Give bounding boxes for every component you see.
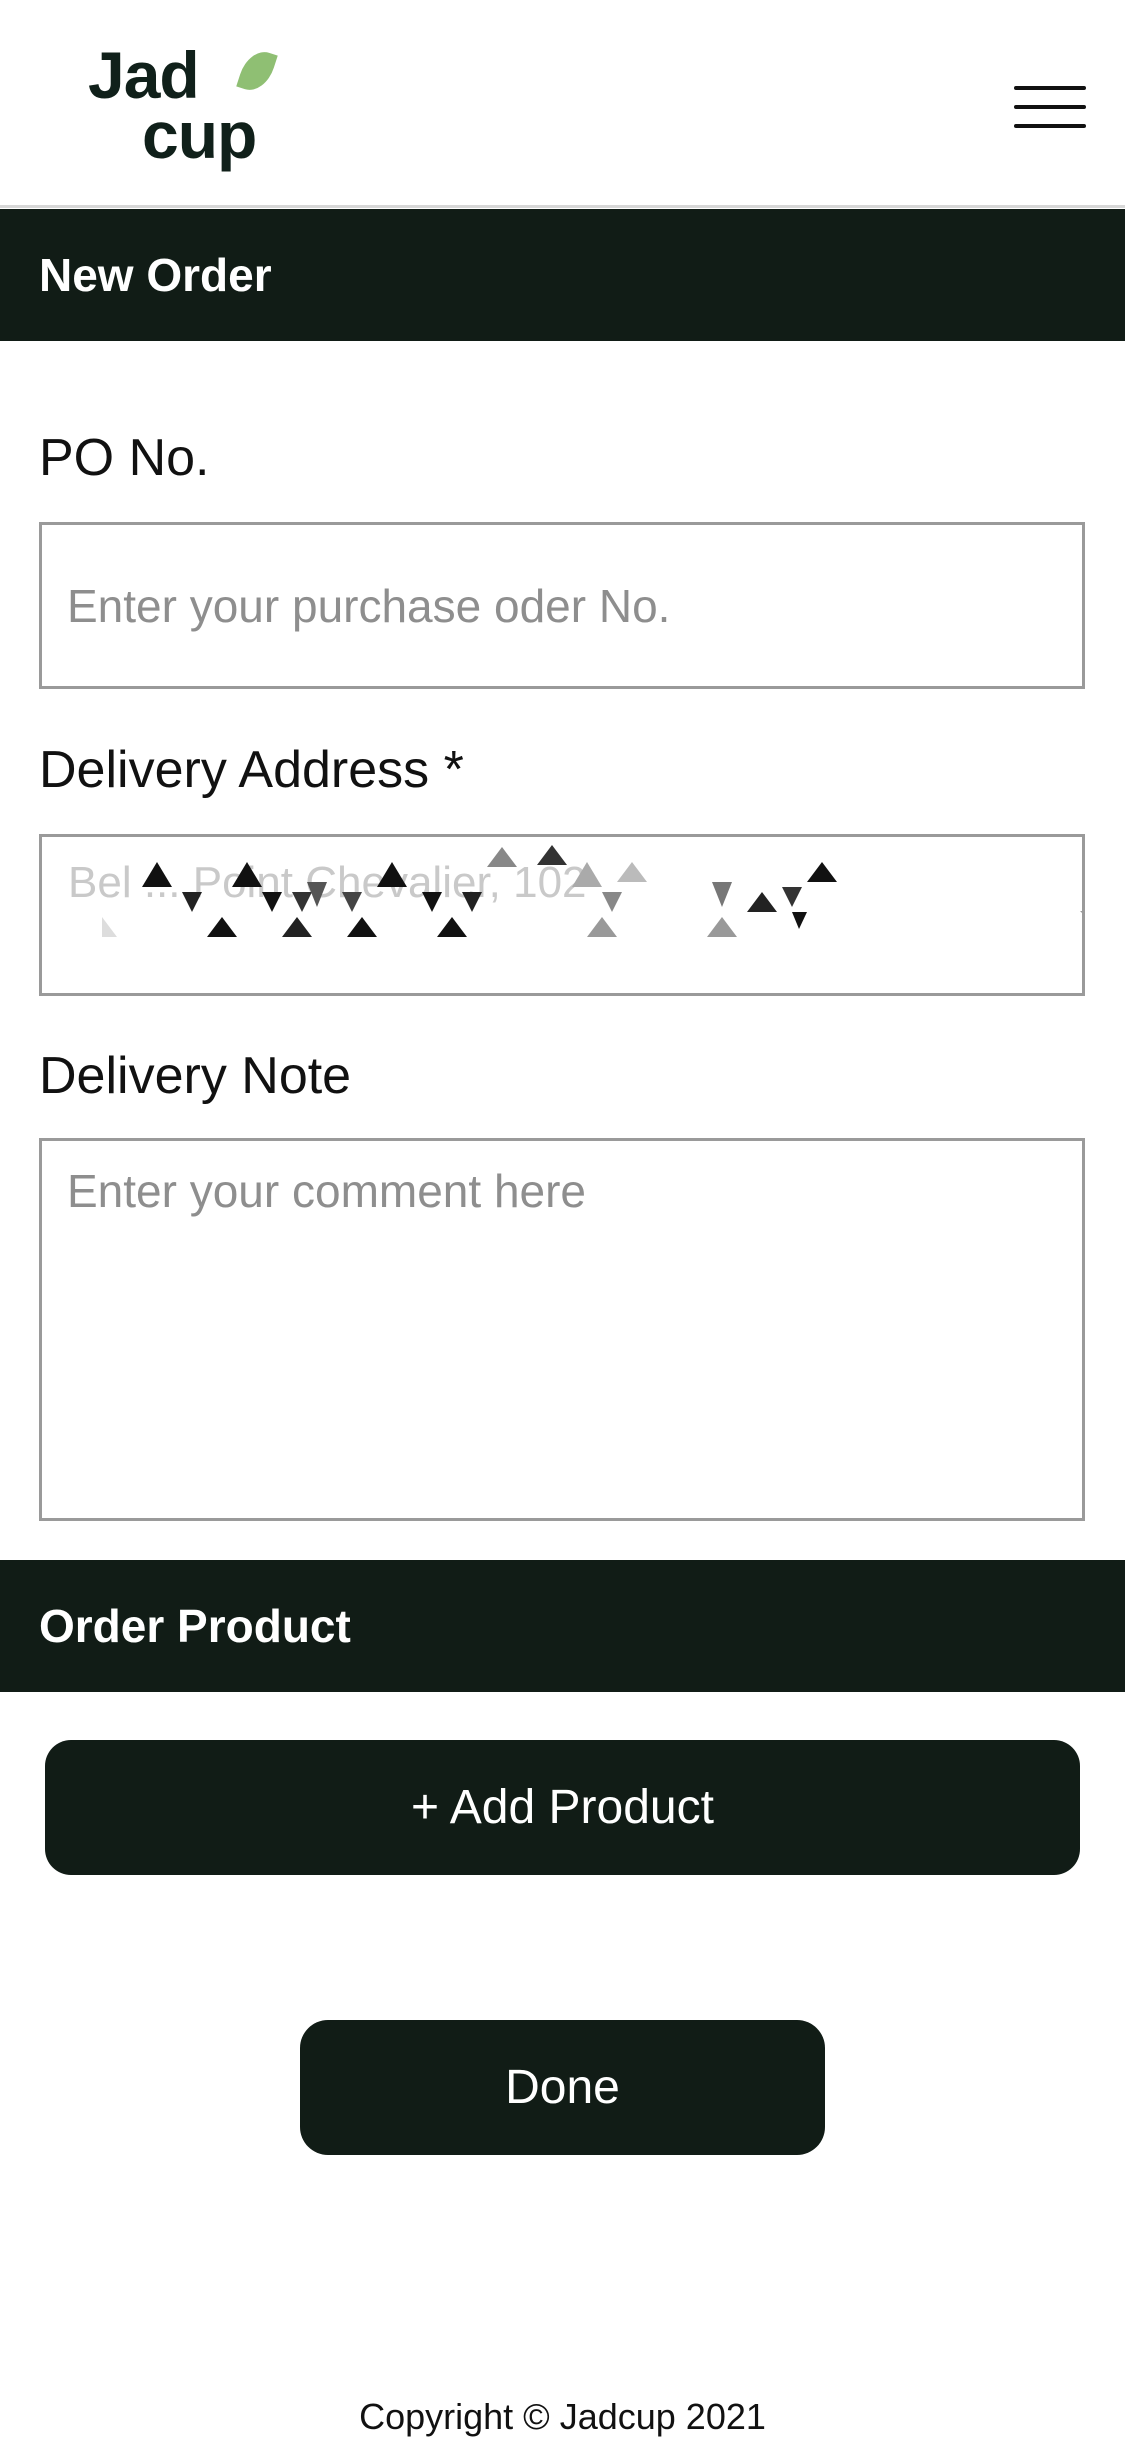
done-button[interactable]: Done <box>300 2020 825 2155</box>
app-header: Jad cup <box>0 0 1125 208</box>
po-label: PO No. <box>39 429 210 487</box>
leaf-icon <box>236 46 278 96</box>
new-order-heading: New Order <box>0 209 1125 341</box>
logo-text-line2: cup <box>142 98 257 172</box>
delivery-address-label: Delivery Address * <box>39 741 464 799</box>
po-field-container <box>39 522 1085 689</box>
order-product-heading: Order Product <box>0 1560 1125 1692</box>
redaction-pattern <box>87 837 1022 947</box>
add-product-button[interactable]: + Add Product <box>45 1740 1080 1875</box>
delivery-note-container <box>39 1138 1085 1521</box>
delivery-note-textarea[interactable] <box>42 1141 1082 1518</box>
copyright-footer: Copyright © Jadcup 2021 <box>359 2396 766 2437</box>
delivery-address-select[interactable]: Bel ... Point Chevalier, 102 <box>39 834 1085 996</box>
delivery-note-label: Delivery Note <box>39 1047 352 1105</box>
po-number-input[interactable] <box>42 525 1082 686</box>
hamburger-menu-icon[interactable] <box>1014 86 1086 130</box>
chevron-down-icon <box>1080 911 1082 925</box>
jadcup-logo[interactable]: Jad cup <box>88 42 288 177</box>
